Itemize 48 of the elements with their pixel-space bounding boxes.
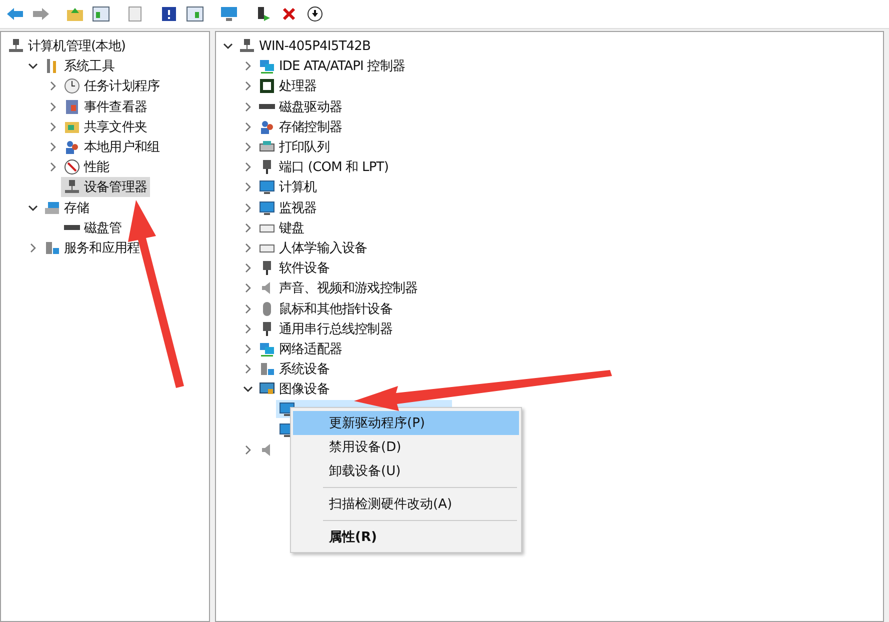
- tree-item[interactable]: 存储控制器: [256, 116, 346, 137]
- tree-item[interactable]: 鼠标和其他指针设备: [256, 298, 396, 319]
- network-icon: [259, 58, 275, 74]
- tree-item[interactable]: 存储: [41, 198, 92, 218]
- computer-icon: [8, 38, 24, 54]
- tree-item[interactable]: 软件设备: [256, 258, 332, 278]
- menu-item[interactable]: 禁用设备(D): [293, 435, 519, 459]
- tree-item[interactable]: 人体学输入设备: [256, 238, 370, 258]
- tree-item[interactable]: 设备管理器: [61, 177, 150, 198]
- tree-item[interactable]: 事件查看器: [61, 96, 150, 117]
- tree-item[interactable]: IDE ATA/ATAPI 控制器: [256, 56, 408, 76]
- menu-item[interactable]: 扫描检测硬件改动(A): [293, 492, 519, 516]
- tree-item[interactable]: 性能: [61, 157, 112, 178]
- tree-item[interactable]: 监视器: [256, 198, 320, 218]
- tree-item[interactable]: 计算机: [256, 177, 320, 198]
- tree-item[interactable]: 系统工具: [41, 56, 118, 76]
- tree-item[interactable]: 声音、视频和游戏控制器: [256, 278, 421, 298]
- tree-item[interactable]: 键盘: [256, 218, 308, 238]
- menu-item[interactable]: 卸载设备(U): [293, 459, 519, 483]
- tree-item[interactable]: 磁盘管: [61, 218, 125, 238]
- clock-icon: [64, 78, 80, 94]
- menu-item[interactable]: 更新驱动程序(P): [293, 411, 519, 435]
- monitor-icon: [259, 179, 275, 196]
- monitor-icon: [259, 200, 275, 216]
- drive-icon: [64, 225, 80, 230]
- tree-item[interactable]: 本地用户和组: [61, 137, 163, 158]
- users-icon: [64, 139, 80, 156]
- tree-item[interactable]: 共享文件夹: [61, 116, 150, 137]
- chip-icon: [259, 78, 275, 94]
- storage-icon: [44, 200, 60, 216]
- menu-item[interactable]: 属性(R): [293, 525, 519, 549]
- tree-item[interactable]: 系统设备: [256, 359, 332, 380]
- tree-item[interactable]: 端口 (COM 和 LPT): [256, 157, 392, 178]
- tree-item[interactable]: 任务计划程序: [61, 76, 163, 96]
- tree-item[interactable]: WIN-405P4I5T42B: [236, 37, 374, 56]
- network-icon: [259, 340, 275, 357]
- tree-item[interactable]: 磁盘驱动器: [256, 96, 346, 117]
- computer-icon: [239, 38, 255, 54]
- tree-item[interactable]: 网络适配器: [256, 338, 346, 359]
- users-icon: [259, 118, 275, 135]
- tree-item[interactable]: 服务和应用程: [41, 238, 143, 258]
- tree-item[interactable]: 图像设备: [256, 379, 332, 400]
- tree-item[interactable]: 打印队列: [256, 137, 332, 158]
- tree-item[interactable]: 通用串行总线控制器: [256, 318, 396, 339]
- tree-item[interactable]: 处理器: [256, 76, 320, 96]
- tree-item[interactable]: 计算机管理(本地): [5, 36, 129, 56]
- computer-icon: [64, 179, 80, 196]
- drive-icon: [259, 104, 275, 110]
